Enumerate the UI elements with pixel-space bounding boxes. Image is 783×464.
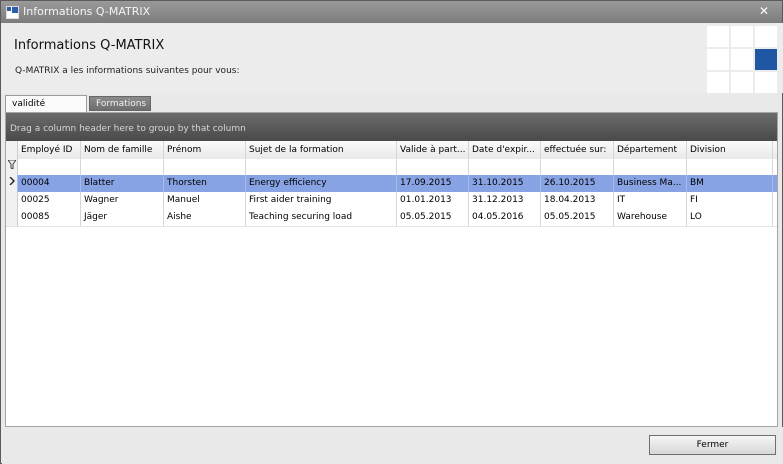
column-header[interactable]: Employé ID bbox=[18, 141, 81, 159]
table-cell[interactable]: Business Ma... bbox=[614, 175, 687, 192]
dialog-window: Informations Q-MATRIX ✕ Informations Q-M… bbox=[0, 0, 783, 464]
tab-formations[interactable]: Formations bbox=[89, 96, 151, 111]
header-subtitle: Q-MATRIX a les informations suivantes po… bbox=[15, 66, 240, 76]
dialog-footer: Fermer bbox=[2, 427, 783, 464]
row-indicator[interactable] bbox=[6, 209, 18, 226]
table-cell[interactable]: Energy efficiency bbox=[246, 175, 397, 192]
title-bar[interactable]: Informations Q-MATRIX ✕ bbox=[1, 1, 782, 23]
table-cell[interactable]: 00004 bbox=[18, 175, 81, 192]
table-row[interactable]: 00025 Wagner Manuel First aider training 01.… bbox=[6, 192, 777, 210]
filter-cell[interactable] bbox=[687, 159, 773, 175]
row-indicator-header bbox=[6, 141, 18, 159]
filter-cell[interactable] bbox=[246, 159, 397, 175]
filter-row[interactable] bbox=[6, 159, 777, 176]
table-cell[interactable]: 01.01.2013 bbox=[397, 192, 469, 209]
dialog-header: Informations Q-MATRIX Q-MATRIX a les inf… bbox=[2, 23, 783, 93]
table-cell[interactable]: 18.04.2013 bbox=[541, 192, 614, 209]
table-cell[interactable]: Aishe bbox=[164, 209, 246, 226]
row-indicator[interactable] bbox=[6, 192, 18, 209]
column-header[interactable]: Nom de famille bbox=[81, 141, 164, 159]
table-cell[interactable]: LO bbox=[687, 209, 773, 226]
table-cell[interactable]: Wagner bbox=[81, 192, 164, 209]
filter-cell[interactable] bbox=[614, 159, 687, 175]
table-cell[interactable]: Thorsten bbox=[164, 175, 246, 192]
tab-validite-expirant[interactable]: validité expirant bbox=[5, 95, 87, 125]
table-cell[interactable]: Jäger bbox=[81, 209, 164, 226]
column-header[interactable]: effectuée sur: bbox=[541, 141, 614, 159]
table-cell[interactable]: 26.10.2015 bbox=[541, 175, 614, 192]
column-header[interactable]: Département bbox=[614, 141, 687, 159]
column-header[interactable]: Division bbox=[687, 141, 773, 159]
qmatrix-logo bbox=[707, 26, 777, 93]
filter-cell[interactable] bbox=[18, 159, 81, 175]
filter-cell[interactable] bbox=[541, 159, 614, 175]
table-cell[interactable]: Warehouse bbox=[614, 209, 687, 226]
group-hint: Drag a column header here to group by th… bbox=[10, 124, 246, 134]
window-title: Informations Q-MATRIX bbox=[23, 5, 151, 18]
table-cell[interactable]: 31.12.2013 bbox=[469, 192, 541, 209]
table-cell[interactable]: 05.05.2015 bbox=[541, 209, 614, 226]
table-cell[interactable]: FI bbox=[687, 192, 773, 209]
table-row[interactable]: 00085 Jäger Aishe Teaching securing load 05.… bbox=[6, 209, 777, 227]
close-button[interactable]: Fermer bbox=[649, 435, 776, 455]
table-cell[interactable]: 17.09.2015 bbox=[397, 175, 469, 192]
table-cell[interactable]: 31.10.2015 bbox=[469, 175, 541, 192]
table-cell[interactable]: Manuel bbox=[164, 192, 246, 209]
filter-icon[interactable] bbox=[6, 159, 18, 175]
table-cell[interactable]: 04.05.2016 bbox=[469, 209, 541, 226]
column-header[interactable]: Sujet de la formation bbox=[246, 141, 397, 159]
filter-cell[interactable] bbox=[164, 159, 246, 175]
table-cell[interactable]: Blatter bbox=[81, 175, 164, 192]
filter-cell[interactable] bbox=[81, 159, 164, 175]
filter-cell[interactable] bbox=[469, 159, 541, 175]
table-cell[interactable]: BM bbox=[687, 175, 773, 192]
table-cell[interactable]: Teaching securing load bbox=[246, 209, 397, 226]
table-cell[interactable]: First aider training bbox=[246, 192, 397, 209]
table-row[interactable]: 00004 Blatter Thorsten Energy efficiency 17.… bbox=[6, 175, 777, 193]
grid-header-row: Employé ID Nom de famille Prénom Sujet de l… bbox=[6, 141, 777, 160]
group-panel[interactable]: Drag a column header here to group by th… bbox=[6, 113, 777, 141]
column-header[interactable]: Prénom bbox=[164, 141, 246, 159]
tab-content: Drag a column header here to group by th… bbox=[5, 112, 778, 427]
header-title: Informations Q-MATRIX bbox=[14, 38, 165, 53]
table-cell[interactable]: 05.05.2015 bbox=[397, 209, 469, 226]
table-cell[interactable]: 00025 bbox=[18, 192, 81, 209]
column-header[interactable]: Valide à part... bbox=[397, 141, 469, 159]
current-row-arrow-icon[interactable] bbox=[6, 175, 18, 192]
filter-cell[interactable] bbox=[397, 159, 469, 175]
table-cell[interactable]: 00085 bbox=[18, 209, 81, 226]
app-icon bbox=[6, 6, 19, 19]
table-cell[interactable]: IT bbox=[614, 192, 687, 209]
close-icon[interactable]: ✕ bbox=[758, 5, 770, 17]
column-header[interactable]: Date d'expir... bbox=[469, 141, 541, 159]
